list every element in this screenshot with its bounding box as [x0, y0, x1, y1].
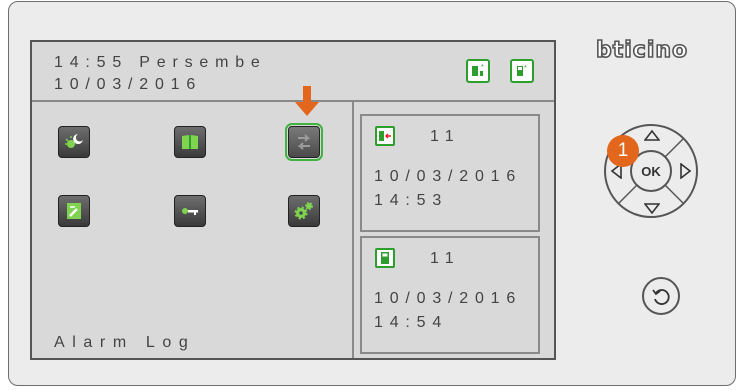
brand-logo: bticino: [595, 37, 689, 64]
header-time-day: 14:55 Persembe: [54, 54, 267, 71]
svg-text:*: *: [481, 64, 484, 71]
notes-button[interactable]: [58, 195, 90, 227]
day-night-icon: [65, 134, 83, 148]
settings-button[interactable]: [288, 195, 320, 227]
entrance-panel-icon: [375, 248, 395, 268]
status-icon-intercom: *: [466, 59, 490, 83]
page-title: Alarm Log: [54, 334, 196, 351]
svg-text:*: *: [524, 65, 527, 72]
exchange-button[interactable]: [285, 123, 323, 161]
day-night-button[interactable]: [58, 126, 90, 158]
log-date: 10/03/2016: [374, 290, 523, 307]
log-date: 10/03/2016: [374, 168, 523, 185]
key-icon: [182, 208, 198, 215]
header-date: 10/03/2016: [54, 76, 203, 93]
log-number: 11: [430, 250, 461, 267]
panel-divider: [352, 101, 354, 358]
address-book-button[interactable]: [174, 126, 206, 158]
log-time: 14:53: [374, 192, 449, 209]
pointer-arrow-icon: [295, 86, 319, 116]
arrow-right-icon[interactable]: [680, 163, 692, 179]
status-icon-entrance-panel: *: [510, 59, 534, 83]
gears-icon: [294, 202, 313, 220]
document-icon: [67, 203, 81, 219]
back-button[interactable]: [642, 277, 680, 315]
exchange-arrows-icon: [297, 134, 311, 150]
step-badge: 1: [607, 135, 639, 167]
keys-button[interactable]: [174, 195, 206, 227]
log-entry[interactable]: 11 10/03/2016 14:53: [360, 114, 540, 232]
log-entry[interactable]: 11 10/03/2016 14:54: [360, 236, 540, 354]
log-time: 14:54: [374, 314, 449, 331]
back-icon: [652, 289, 670, 305]
intercom-alarm-icon: [375, 126, 395, 146]
arrow-up-icon[interactable]: [644, 129, 660, 141]
arrow-down-icon[interactable]: [644, 203, 660, 215]
log-number: 11: [430, 128, 461, 145]
book-icon: [182, 135, 198, 149]
